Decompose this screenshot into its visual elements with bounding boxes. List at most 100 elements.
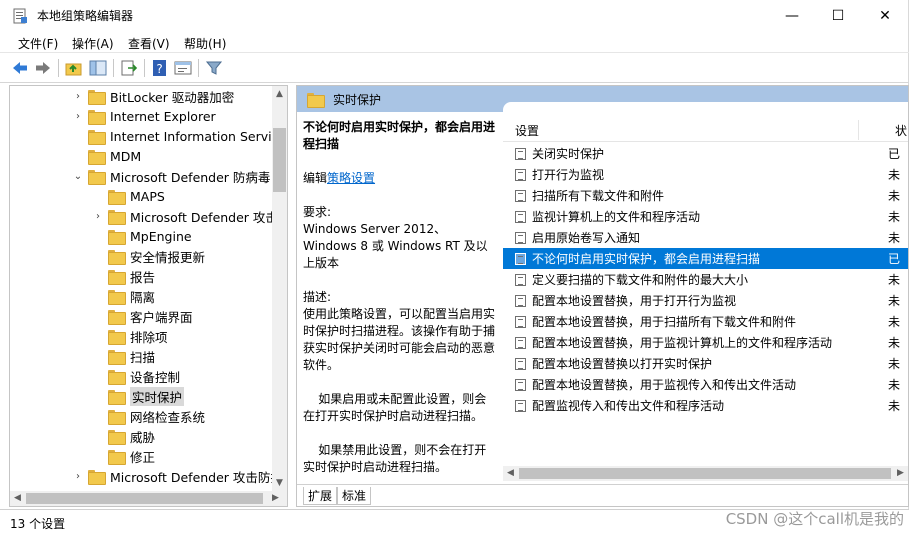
tree-item[interactable]: 修正 <box>92 446 155 466</box>
tree-item[interactable]: 排除项 <box>92 326 168 346</box>
up-folder-icon[interactable] <box>65 59 83 77</box>
tree-item[interactable]: ⌄ Microsoft Defender 防病毒 <box>72 166 270 186</box>
tree-item[interactable]: › BitLocker 驱动器加密 <box>72 86 234 106</box>
tree-item[interactable]: MDM <box>72 146 141 166</box>
tree-item[interactable]: › Microsoft Defender 攻击防 <box>92 206 288 226</box>
policy-setting-icon <box>515 189 526 202</box>
tree-item-label: 网络检查系统 <box>130 409 206 425</box>
list-horizontal-scroll-thumb[interactable] <box>519 468 891 479</box>
folder-icon <box>88 469 106 485</box>
tree-item-label: 修正 <box>130 449 156 465</box>
policy-name: 扫描所有下载文件和附件 <box>532 189 665 203</box>
tree-item-label: 威胁 <box>130 429 156 445</box>
tree-item[interactable]: 扫描 <box>92 346 155 366</box>
folder-icon <box>88 149 106 165</box>
description-disabled: 如果禁用此设置，则不会在打开实时保护时启动进程扫描。 <box>303 443 487 474</box>
tab-extended[interactable]: 扩展 <box>303 487 338 505</box>
list-horizontal-scrollbar[interactable]: ◀ ▶ <box>503 466 908 481</box>
tree-item[interactable]: 威胁 <box>92 426 155 446</box>
tree-item-label: 排除项 <box>130 329 168 345</box>
settings-list: 设置 状 关闭实时保护已打开行为监视未扫描所有下载文件和附件未监视计算机上的文件… <box>503 102 908 466</box>
column-header-setting[interactable]: 设置 <box>515 122 539 139</box>
description-enabled: 如果启用或未配置此设置，则会在打开实时保护时启动进程扫描。 <box>303 392 487 423</box>
filter-icon[interactable] <box>205 59 223 77</box>
tree-item[interactable]: › Microsoft Defender 攻击防护 <box>72 466 283 486</box>
menu-action[interactable]: 操作(A) <box>72 35 114 52</box>
policy-name: 不论何时启用实时保护，都会启用进程扫描 <box>532 252 761 266</box>
tree-horizontal-scroll-thumb[interactable] <box>26 493 263 504</box>
policy-row[interactable]: 配置本地设置替换，用于扫描所有下载文件和附件 未 <box>503 311 908 332</box>
chevron-icon[interactable]: ⌄ <box>72 171 84 182</box>
show-hide-tree-icon[interactable] <box>89 59 107 77</box>
tree-vertical-scrollbar[interactable]: ▲ ▼ <box>272 86 287 491</box>
policy-state: 未 <box>888 378 901 392</box>
tree-horizontal-scrollbar[interactable]: ◀ ▶ <box>10 491 287 506</box>
menu-view[interactable]: 查看(V) <box>128 35 170 52</box>
chevron-icon[interactable]: › <box>72 471 84 482</box>
policy-name: 配置本地设置替换，用于监视传入和传出文件活动 <box>532 378 797 392</box>
policy-row[interactable]: 配置本地设置替换以打开实时保护 未 <box>503 353 908 374</box>
policy-row[interactable]: 配置本地设置替换，用于监视传入和传出文件活动 未 <box>503 374 908 395</box>
policy-row[interactable]: 打开行为监视 未 <box>503 164 908 185</box>
tree-item[interactable]: 安全情报更新 <box>92 246 205 266</box>
tree-item[interactable]: Internet Information Service <box>72 126 286 146</box>
tree-item-label: Microsoft Defender 攻击防护 <box>110 469 283 485</box>
menu-help[interactable]: 帮助(H) <box>184 35 226 52</box>
policy-row[interactable]: 定义要扫描的下载文件和附件的最大大小 未 <box>503 269 908 290</box>
help-icon[interactable]: ? <box>151 59 169 77</box>
policy-row[interactable]: 配置监视传入和传出文件和程序活动 未 <box>503 395 908 416</box>
tree-vertical-scroll-thumb[interactable] <box>273 128 286 192</box>
policy-row[interactable]: 关闭实时保护 已 <box>503 143 908 164</box>
tree-item-label: Microsoft Defender 攻击防 <box>130 209 288 225</box>
tree-item-label: 安全情报更新 <box>130 249 206 265</box>
policy-row[interactable]: 配置本地设置替换，用于打开行为监视 未 <box>503 290 908 311</box>
tree-item-label: 设备控制 <box>130 369 181 385</box>
tree-item-label: MAPS <box>130 188 165 204</box>
tree-item[interactable]: 实时保护 <box>92 386 185 406</box>
view-tabs: 扩展 标准 <box>297 484 908 506</box>
policy-setting-icon <box>515 357 526 370</box>
app-window: 本地组策略编辑器 — ☐ ✕ 文件(F) 操作(A) 查看(V) 帮助(H) ?… <box>0 0 909 537</box>
tree-item[interactable]: 网络检查系统 <box>92 406 205 426</box>
edit-policy-link[interactable]: 策略设置 <box>327 171 375 185</box>
folder-icon <box>108 429 126 445</box>
maximize-button[interactable]: ☐ <box>815 0 861 31</box>
policy-setting-icon <box>515 378 526 391</box>
tree-item[interactable]: 客户端界面 <box>92 306 193 326</box>
tree-item[interactable]: MAPS <box>92 186 165 206</box>
tree-item-label: 隔离 <box>130 289 156 305</box>
tree-item[interactable]: 隔离 <box>92 286 155 306</box>
column-header-state[interactable]: 状 <box>895 122 907 139</box>
tree-item-label: MDM <box>110 148 142 164</box>
folder-icon <box>108 189 126 205</box>
tree-item[interactable]: MpEngine <box>92 226 192 246</box>
policy-name: 配置监视传入和传出文件和程序活动 <box>532 399 725 413</box>
policy-row[interactable]: 启用原始卷写入通知 未 <box>503 227 908 248</box>
back-arrow-icon[interactable] <box>11 59 29 77</box>
policy-name: 配置本地设置替换，用于打开行为监视 <box>532 294 737 308</box>
menu-file[interactable]: 文件(F) <box>18 35 58 52</box>
list-header: 设置 状 <box>503 120 908 142</box>
properties-icon[interactable] <box>174 59 192 77</box>
minimize-button[interactable]: — <box>769 0 815 31</box>
export-list-icon[interactable] <box>120 59 138 77</box>
chevron-icon[interactable]: › <box>72 111 84 122</box>
tab-standard[interactable]: 标准 <box>337 487 372 505</box>
tree-item[interactable]: 报告 <box>92 266 155 286</box>
folder-icon <box>108 229 126 245</box>
policy-setting-icon <box>515 147 526 160</box>
tree-item[interactable]: 设备控制 <box>92 366 180 386</box>
tree-item-label: Internet Information Service <box>110 128 287 144</box>
chevron-icon[interactable]: › <box>92 211 104 222</box>
chevron-icon[interactable]: › <box>72 91 84 102</box>
forward-arrow-icon[interactable] <box>34 59 52 77</box>
setting-title: 不论何时启用实时保护，都会启用进程扫描 <box>303 120 496 151</box>
policy-setting-icon <box>515 252 526 265</box>
tree-item[interactable]: › Internet Explorer <box>72 106 216 126</box>
policy-row[interactable]: 不论何时启用实时保护，都会启用进程扫描 已 <box>503 248 908 269</box>
policy-row[interactable]: 监视计算机上的文件和程序活动 未 <box>503 206 908 227</box>
policy-name: 关闭实时保护 <box>532 147 605 161</box>
close-button[interactable]: ✕ <box>862 0 908 31</box>
policy-row[interactable]: 扫描所有下载文件和附件 未 <box>503 185 908 206</box>
policy-row[interactable]: 配置本地设置替换，用于监视计算机上的文件和程序活动 未 <box>503 332 908 353</box>
